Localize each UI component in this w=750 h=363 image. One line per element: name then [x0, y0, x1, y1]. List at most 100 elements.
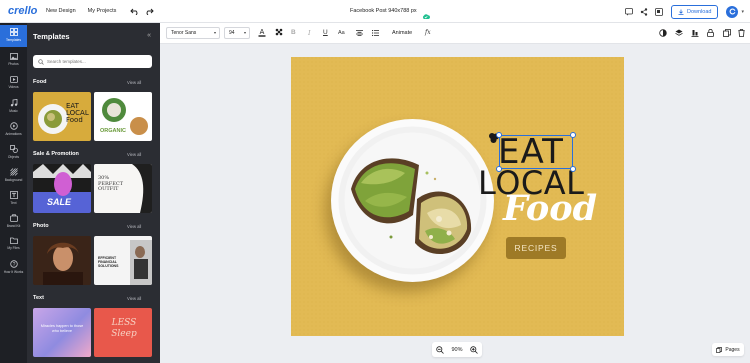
view-all-food[interactable]: View all — [127, 80, 141, 85]
animations-icon — [9, 122, 18, 130]
lock-icon[interactable] — [707, 28, 714, 39]
delete-icon[interactable] — [738, 29, 745, 39]
template-thumb-sale-1[interactable]: SALE — [33, 164, 91, 213]
rail-label: Photos — [8, 61, 19, 66]
resize-handle-bottom-right[interactable] — [570, 166, 576, 172]
rail-label: Text — [10, 200, 17, 205]
list-icon[interactable] — [372, 29, 379, 38]
my-projects-link[interactable]: My Projects — [88, 8, 117, 14]
resize-icon[interactable] — [654, 7, 663, 16]
template-thumb-photo-2[interactable]: EFFICIENT FINANCIAL SOLUTIONS — [94, 236, 152, 285]
template-thumb-food-2[interactable]: ORGANIC — [94, 92, 152, 141]
zoom-level[interactable]: 90% — [451, 347, 462, 353]
avocado-toast-photo — [338, 126, 487, 275]
background-icon — [9, 168, 18, 176]
font-size-select[interactable]: 94 ▾ — [224, 27, 250, 39]
rail-label: Videos — [8, 84, 19, 89]
recipes-button[interactable]: RECIPES — [506, 237, 566, 259]
templates-icon — [9, 28, 18, 36]
template-thumb-sale-2[interactable]: 30% PERFECT OUTFIT — [94, 164, 152, 213]
resize-handle-bottom-left[interactable] — [496, 166, 502, 172]
script-food-text[interactable]: Food — [503, 189, 597, 229]
rail-label: How It Works — [3, 269, 24, 274]
music-icon — [10, 99, 17, 107]
view-all-photo[interactable]: View all — [127, 224, 141, 229]
underline-icon[interactable]: U — [323, 29, 328, 36]
rail-item-templates[interactable]: Templates — [0, 25, 27, 47]
account-chevron-icon[interactable]: ▾ — [741, 9, 744, 15]
template-thumb-text-2[interactable]: LESS Sleep — [94, 308, 152, 357]
rail-item-my-files[interactable]: My Files — [0, 234, 27, 256]
rail-item-text[interactable]: Text — [0, 188, 27, 210]
share-icon[interactable] — [639, 7, 648, 16]
videos-icon — [9, 76, 18, 83]
duplicate-icon[interactable] — [723, 29, 731, 39]
download-button[interactable]: Download — [671, 4, 719, 19]
rail-label: Objects — [7, 154, 20, 159]
align-icon[interactable] — [691, 29, 699, 39]
search-bar — [33, 55, 152, 68]
svg-text:?: ? — [12, 262, 15, 268]
tool-rail: Templates Photos Videos Music Animations… — [0, 23, 27, 363]
chevron-down-icon: ▾ — [213, 30, 216, 35]
font-family-select[interactable]: Tenor Sans ▾ — [166, 27, 220, 39]
user-avatar[interactable] — [726, 5, 739, 18]
new-design-link[interactable]: New Design — [46, 8, 76, 14]
download-label: Download — [687, 8, 712, 15]
view-all-text[interactable]: View all — [127, 296, 141, 301]
rail-item-animations[interactable]: Animations — [0, 119, 27, 141]
layers-icon[interactable] — [675, 29, 683, 39]
rail-item-background[interactable]: Background — [0, 165, 27, 187]
align-center-icon[interactable] — [356, 30, 363, 38]
rail-item-music[interactable]: Music — [0, 96, 27, 118]
pages-button[interactable]: Pages — [712, 343, 744, 356]
text-case-icon[interactable]: Aa — [338, 30, 345, 36]
text-color-icon[interactable]: A — [258, 28, 266, 39]
folder-icon — [9, 237, 18, 244]
zoom-in-icon[interactable] — [470, 345, 478, 354]
thumb-text: 30% PERFECT OUTFIT — [98, 175, 124, 192]
thumb-text: EFFICIENT FINANCIAL SOLUTIONS — [98, 256, 119, 268]
help-icon: ? — [9, 260, 18, 268]
svg-text:A: A — [260, 29, 265, 36]
transparency-icon[interactable] — [659, 29, 667, 39]
rail-label: Background — [4, 177, 23, 182]
search-input[interactable] — [47, 59, 147, 64]
view-all-sale[interactable]: View all — [127, 152, 141, 157]
rail-item-videos[interactable]: Videos — [0, 73, 27, 95]
topbar-actions: Download ▾ — [618, 0, 750, 23]
chevron-down-icon: ▾ — [243, 30, 246, 35]
template-thumb-food-1[interactable]: EAT LOCAL Food — [33, 92, 91, 141]
panel-title: Templates — [33, 32, 70, 41]
zoom-out-icon[interactable] — [436, 345, 444, 354]
selection-box[interactable] — [499, 135, 573, 169]
redo-icon[interactable] — [145, 7, 155, 16]
font-size-value: 94 — [229, 30, 235, 36]
crello-logo[interactable]: crello — [8, 5, 42, 17]
resize-handle-top-right[interactable] — [570, 132, 576, 138]
rail-item-photos[interactable]: Photos — [0, 50, 27, 72]
italic-icon[interactable]: I — [308, 29, 311, 37]
zoom-control: 90% — [432, 342, 482, 357]
collapse-panel-icon[interactable]: « — [147, 32, 151, 39]
document-title[interactable]: Facebook Post 940x788 px — [350, 8, 417, 14]
section-title-food: Food — [33, 79, 47, 85]
template-thumb-text-1[interactable]: Miracles happen to those who believe — [33, 308, 91, 357]
rail-item-how-it-works[interactable]: ? How It Works — [0, 257, 27, 285]
plate-image[interactable] — [331, 119, 494, 282]
bold-icon[interactable]: B — [291, 29, 296, 36]
rail-item-brand-kit[interactable]: Brand Kit — [0, 211, 27, 233]
fx-button[interactable]: fx — [425, 29, 431, 36]
template-thumb-photo-1[interactable] — [33, 236, 91, 285]
resize-handle-top-left[interactable] — [496, 132, 502, 138]
section-title-photo: Photo — [33, 223, 49, 229]
thumb-text: Miracles happen to those who believe — [40, 324, 84, 333]
text-icon — [9, 191, 18, 199]
effects-icon[interactable] — [275, 28, 283, 38]
design-canvas[interactable]: EAT LOCAL Food RECIPES — [291, 57, 624, 336]
rail-item-objects[interactable]: Objects — [0, 142, 27, 164]
animate-button[interactable]: Animate — [392, 30, 412, 36]
undo-icon[interactable] — [130, 7, 139, 16]
comment-icon[interactable] — [624, 7, 633, 16]
section-title-sale: Sale & Promotion — [33, 151, 79, 157]
